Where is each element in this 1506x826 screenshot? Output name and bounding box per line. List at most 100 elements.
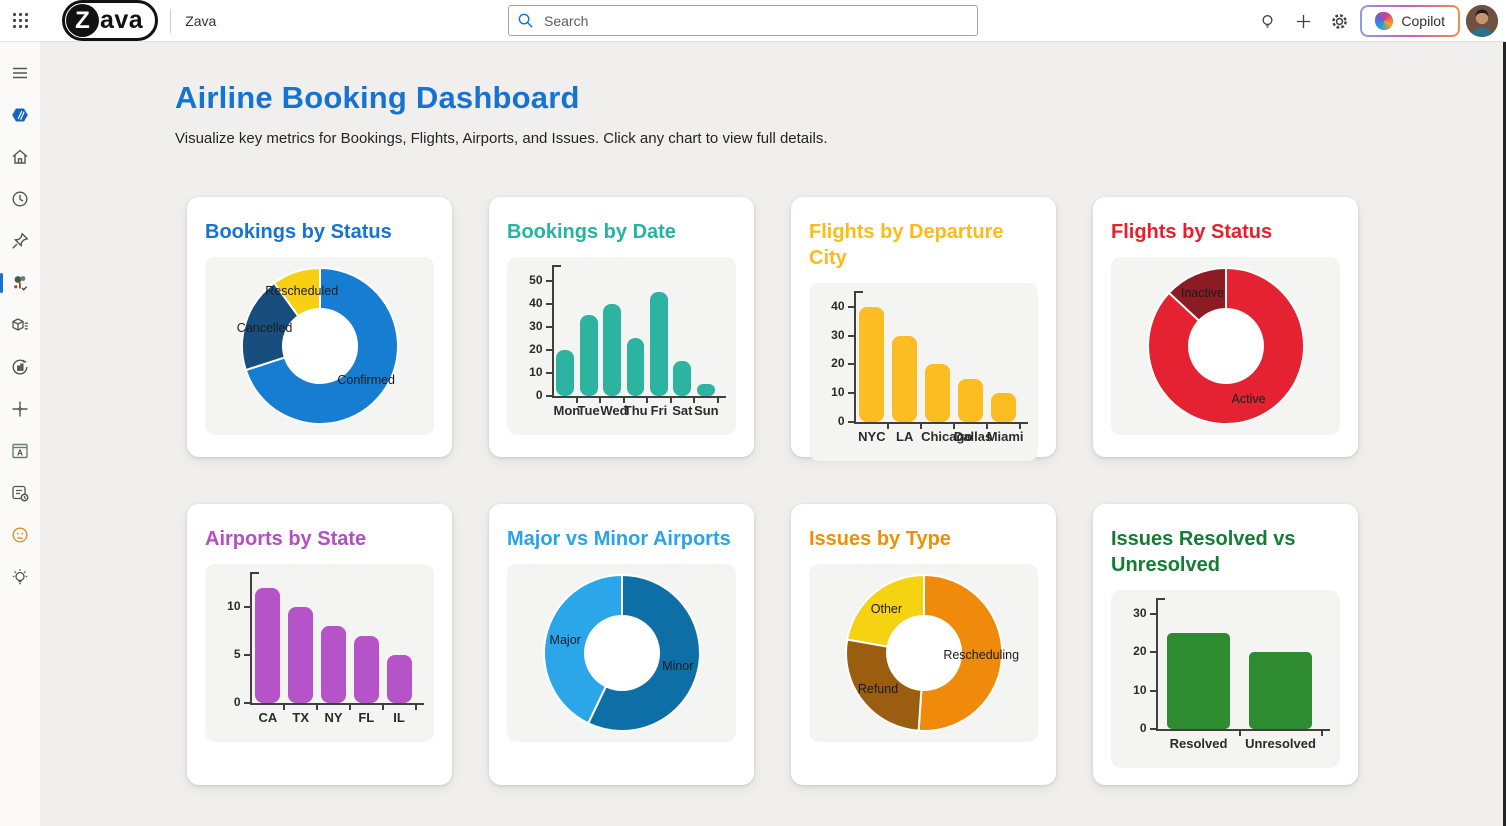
y-tick-label: 50 [518, 273, 543, 287]
sidebar-item-junction[interactable] [0, 388, 40, 430]
chart-card-bookings-by-date[interactable]: Bookings by Date 01020304050MonTueWedThu… [489, 197, 754, 457]
y-tick [1150, 651, 1156, 653]
y-tick [848, 363, 854, 365]
y-axis [552, 265, 554, 396]
bar [627, 338, 645, 396]
sidebar-item-notes[interactable] [0, 472, 40, 514]
x-tick-label: TX [284, 710, 317, 725]
y-tick-label: 0 [820, 414, 845, 428]
chart-card-flights-by-departure-city[interactable]: Flights by Departure City 010203040NYCLA… [791, 197, 1056, 457]
chart-title: Airports by State [205, 526, 434, 552]
y-tick [848, 392, 854, 394]
topbar-actions: Copilot [1252, 0, 1498, 42]
chart-card-major-vs-minor-airports[interactable]: Major vs Minor Airports MinorMajor [489, 504, 754, 785]
chart-card-issues-by-type[interactable]: Issues by Type ReschedulingRefundOther [791, 504, 1056, 785]
y-tick-label: 20 [1122, 644, 1147, 658]
x-axis [1156, 729, 1330, 731]
sidebar-item-airline-app[interactable] [0, 262, 40, 304]
junction-icon [10, 399, 30, 419]
chart-card-bookings-by-status[interactable]: Bookings by Status ConfirmedCancelledRes… [187, 197, 452, 457]
sidebar-item-home[interactable] [0, 136, 40, 178]
avatar[interactable] [1466, 5, 1498, 37]
chart-card-airports-by-state[interactable]: Airports by State 0510CATXNYFLIL [187, 504, 452, 785]
chart-title: Bookings by Date [507, 219, 736, 245]
notes-clock-icon [10, 483, 30, 503]
y-tick-label: 0 [1122, 721, 1147, 735]
x-tick-label: Miami [987, 429, 1020, 444]
x-tick-label: Resolved [1158, 736, 1240, 751]
lightbulb-rays-icon [10, 567, 30, 587]
search-input[interactable] [542, 12, 969, 30]
y-tick [546, 280, 552, 282]
x-tick-label: Sat [671, 403, 694, 418]
bar [603, 304, 621, 396]
x-tick [415, 705, 417, 710]
chart-panel: ReschedulingRefundOther [809, 564, 1038, 742]
chart-title: Flights by Status [1111, 219, 1340, 245]
chart-title: Issues by Type [809, 526, 1038, 552]
plus-icon [1294, 12, 1313, 31]
sidebar-item-cards[interactable]: A [0, 430, 40, 472]
sidebar-item-ideas[interactable] [0, 556, 40, 598]
donut-chart: ConfirmedCancelledRescheduled [238, 264, 402, 428]
page-subtitle: Visualize key metrics for Bookings, Flig… [175, 130, 1506, 147]
sidebar-item-packages[interactable] [0, 304, 40, 346]
sidebar-item-recent[interactable] [0, 178, 40, 220]
svg-text:A: A [17, 449, 23, 458]
sidebar-item-menu[interactable] [0, 52, 40, 94]
sidebar-item-pinned[interactable] [0, 220, 40, 262]
tips-button[interactable] [1252, 6, 1282, 36]
home-icon [10, 147, 30, 167]
y-tick-label: 20 [820, 356, 845, 370]
x-tick-label: Chicago [921, 429, 954, 444]
copilot-label: Copilot [1401, 13, 1445, 29]
chart-card-issues-resolved-vs-unresolved[interactable]: Issues Resolved vs Unresolved 0102030Res… [1093, 504, 1358, 785]
smiley-icon [10, 525, 30, 545]
bar [650, 292, 668, 396]
hamburger-icon [10, 63, 30, 83]
y-tick-label: 40 [518, 296, 543, 310]
add-button[interactable] [1288, 6, 1318, 36]
chart-panel: 0510CATXNYFLIL [205, 564, 434, 742]
copilot-icon [1375, 12, 1393, 30]
sidebar-item-feedback[interactable] [0, 514, 40, 556]
bar [925, 364, 950, 422]
x-tick-label: IL [383, 710, 416, 725]
x-tick-label: Tue [577, 403, 600, 418]
settings-button[interactable] [1324, 6, 1354, 36]
package-icon [10, 315, 30, 335]
donut-svg [1144, 264, 1308, 428]
chart-title: Major vs Minor Airports [507, 526, 736, 552]
bar [958, 379, 983, 422]
bar [556, 350, 574, 396]
y-tick [546, 349, 552, 351]
bar [387, 655, 412, 703]
sidebar-item-monitor[interactable] [0, 346, 40, 388]
x-tick-label: Thu [624, 403, 647, 418]
x-tick-label: Fri [647, 403, 670, 418]
product-name: Zava [185, 13, 216, 29]
pin-icon [10, 231, 30, 251]
y-tick-label: 0 [518, 388, 543, 402]
bar [991, 393, 1016, 422]
chart-card-flights-by-status[interactable]: Flights by Status ActiveInactive [1093, 197, 1358, 457]
sidebar-item-power-apps[interactable] [0, 94, 40, 136]
page-title: Airline Booking Dashboard [175, 80, 1506, 116]
search-box[interactable] [508, 5, 978, 36]
y-tick [546, 303, 552, 305]
lightbulb-icon [1258, 12, 1277, 31]
x-axis [854, 422, 1028, 424]
y-tick-label: 10 [1122, 683, 1147, 697]
y-tick [1150, 690, 1156, 692]
card-a-icon: A [10, 441, 30, 461]
axis-cap [1158, 598, 1165, 600]
copilot-button[interactable]: Copilot [1360, 5, 1460, 37]
y-tick [546, 372, 552, 374]
axis-cap [252, 572, 259, 574]
y-tick-label: 0 [216, 695, 241, 709]
x-tick [717, 398, 719, 403]
app-launcher-icon[interactable] [0, 0, 40, 42]
bar [288, 607, 313, 703]
chart-panel: ConfirmedCancelledRescheduled [205, 257, 434, 435]
power-apps-icon [10, 105, 30, 125]
